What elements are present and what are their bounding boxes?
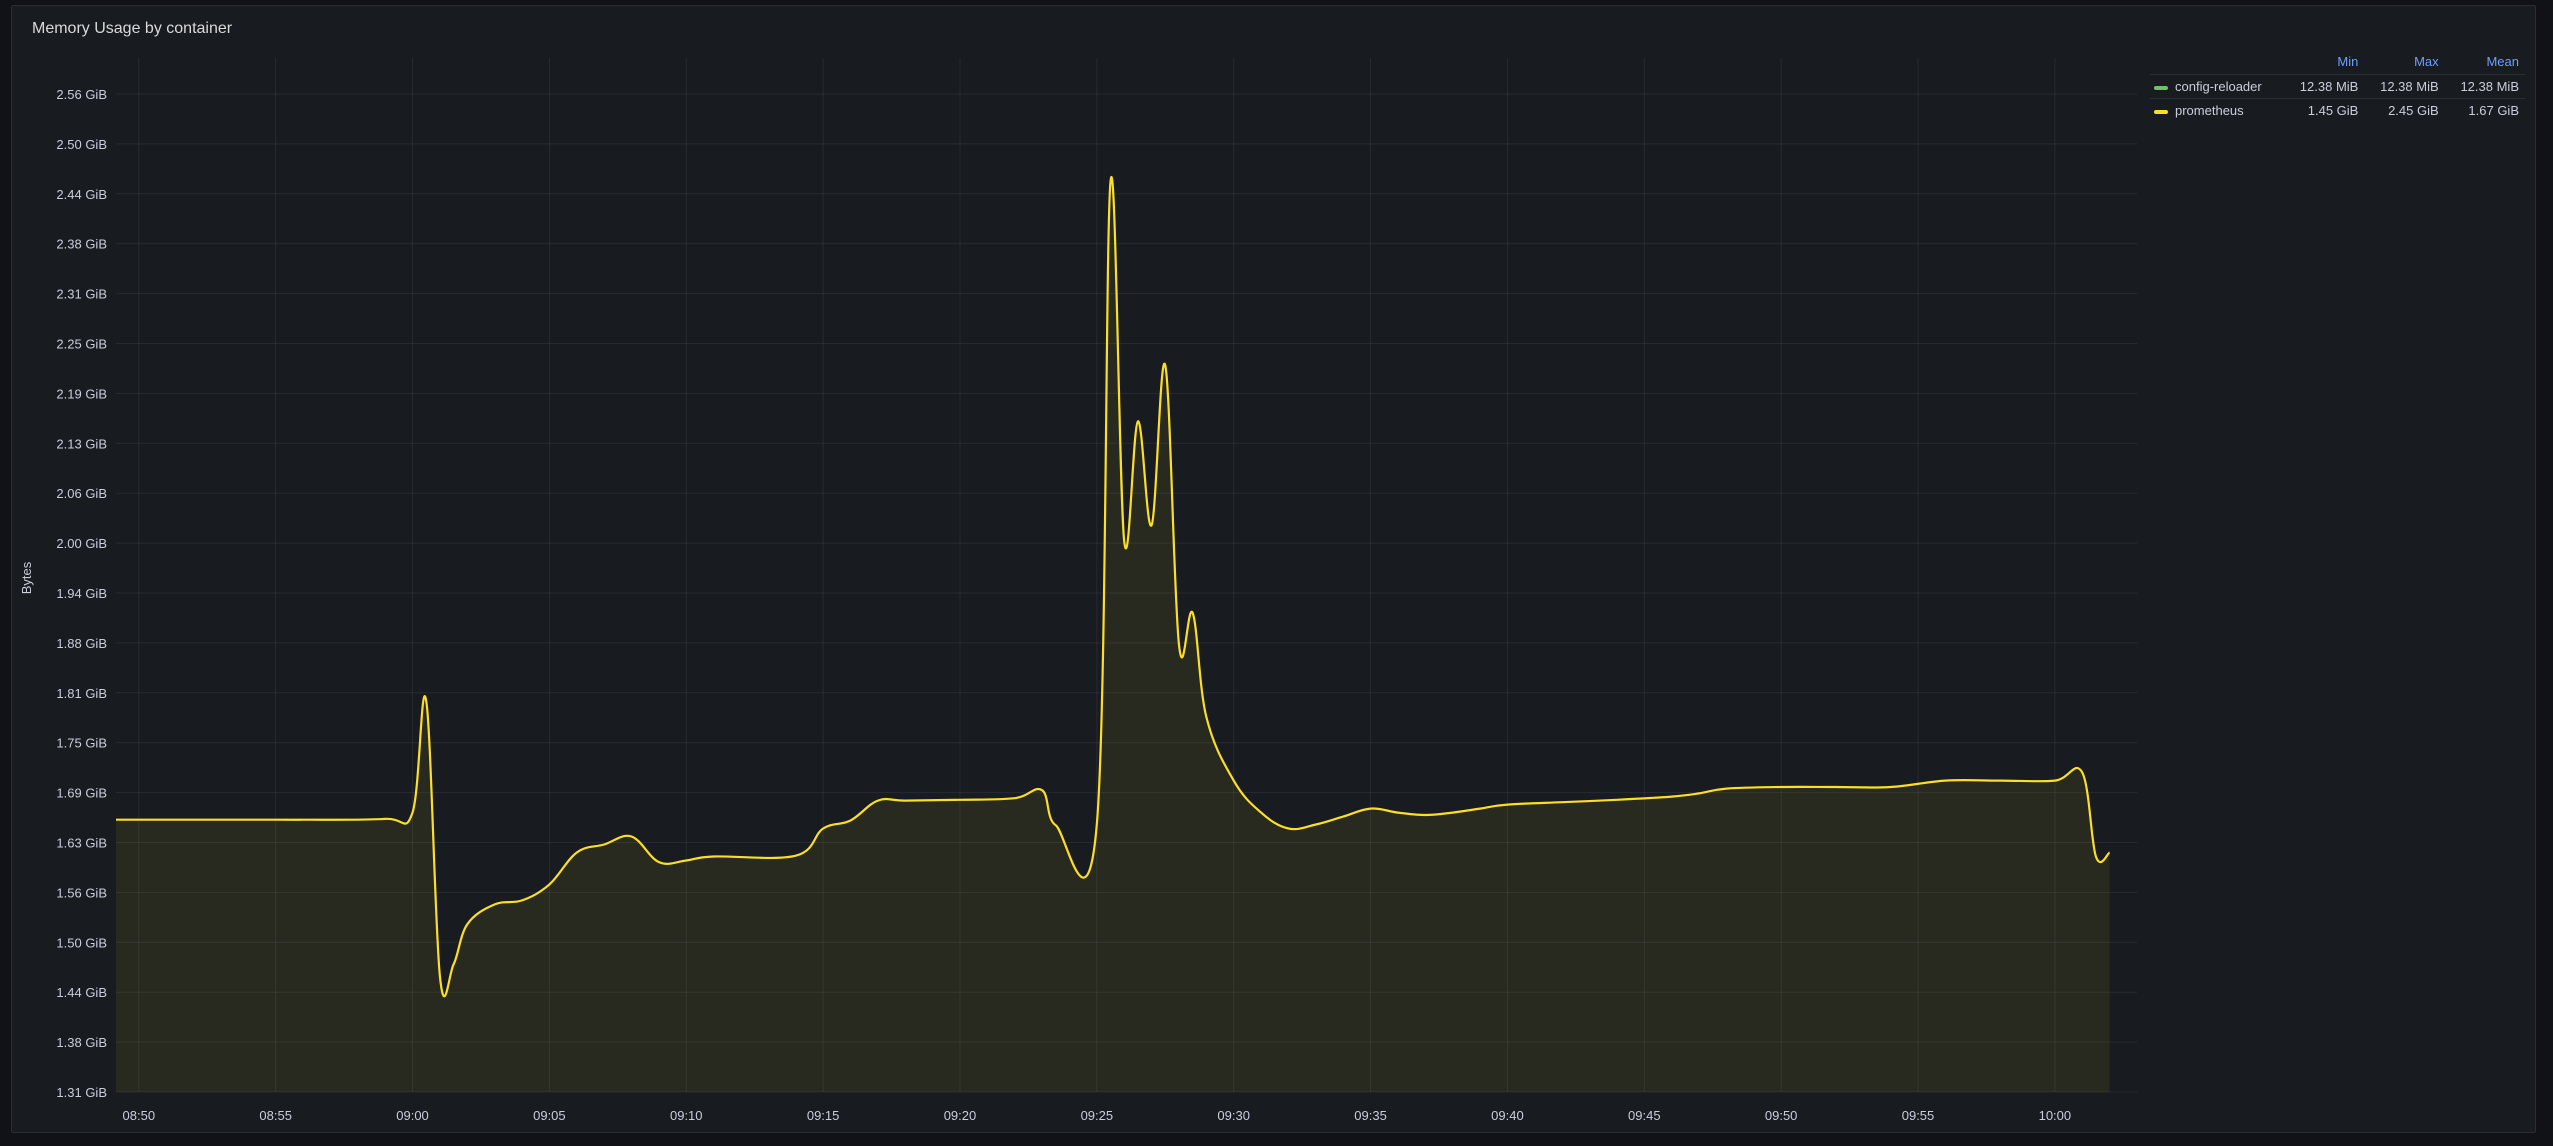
y-tick-label: 1.75 GiB xyxy=(56,736,107,751)
legend-series-name: prometheus xyxy=(2175,103,2244,118)
x-tick-label: 09:55 xyxy=(1902,1108,1935,1123)
x-tick-label: 09:05 xyxy=(533,1108,566,1123)
legend-item-config-reloader[interactable]: config-reloader 12.38 MiB 12.38 MiB 12.3… xyxy=(2150,74,2525,99)
legend-column-mean[interactable]: Mean xyxy=(2445,52,2525,75)
y-tick-label: 1.50 GiB xyxy=(56,935,107,950)
legend-max-value: 2.45 GiB xyxy=(2364,98,2445,122)
y-tick-label: 1.38 GiB xyxy=(56,1035,107,1050)
memory-chart: 1.31 GiB 1.38 GiB 1.44 GiB 1.50 GiB 1.56 GiB… xyxy=(19,58,2137,1123)
y-tick-label: 2.44 GiB xyxy=(56,187,107,202)
x-tick-label: 09:45 xyxy=(1628,1108,1661,1123)
legend-min-value: 1.45 GiB xyxy=(2284,98,2365,122)
y-tick-label: 2.19 GiB xyxy=(56,386,107,401)
y-tick-label: 1.94 GiB xyxy=(56,586,107,601)
y-tick-label: 1.69 GiB xyxy=(56,786,107,801)
y-tick-label: 2.56 GiB xyxy=(56,87,107,102)
y-tick-label: 1.63 GiB xyxy=(56,836,107,851)
y-tick-label: 1.56 GiB xyxy=(56,885,107,900)
y-tick-label: 1.31 GiB xyxy=(56,1085,107,1100)
prometheus-series-area xyxy=(116,176,2110,1092)
legend: Min Max Mean config-reloader 12.38 MiB 1… xyxy=(2150,52,2525,122)
legend-column-max[interactable]: Max xyxy=(2364,52,2444,75)
y-tick-label: 2.38 GiB xyxy=(56,237,107,252)
y-tick-label: 2.50 GiB xyxy=(56,137,107,152)
y-tick-label: 2.13 GiB xyxy=(56,436,107,451)
y-tick-label: 2.00 GiB xyxy=(56,536,107,551)
y-axis-label: Bytes xyxy=(19,561,34,594)
legend-item-prometheus[interactable]: prometheus 1.45 GiB 2.45 GiB 1.67 GiB xyxy=(2150,98,2525,122)
y-axis-ticks: 1.31 GiB 1.38 GiB 1.44 GiB 1.50 GiB 1.56 GiB… xyxy=(56,87,107,1100)
y-tick-label: 1.81 GiB xyxy=(56,686,107,701)
legend-column-min[interactable]: Min xyxy=(2284,52,2364,75)
y-tick-label: 1.88 GiB xyxy=(56,636,107,651)
legend-mean-value: 12.38 MiB xyxy=(2444,74,2525,99)
x-tick-label: 08:50 xyxy=(123,1108,156,1123)
x-tick-label: 09:35 xyxy=(1354,1108,1387,1123)
x-axis-ticks: 08:50 08:55 09:00 09:05 09:10 09:15 09:20 09:25… xyxy=(123,1108,2072,1123)
y-tick-label: 1.44 GiB xyxy=(56,985,107,1000)
x-tick-label: 08:55 xyxy=(259,1108,292,1123)
legend-series-name: config-reloader xyxy=(2175,79,2262,94)
y-tick-label: 2.25 GiB xyxy=(56,337,107,352)
x-tick-label: 09:15 xyxy=(807,1108,840,1123)
y-tick-label: 2.06 GiB xyxy=(56,486,107,501)
x-tick-label: 09:20 xyxy=(944,1108,977,1123)
legend-min-value: 12.38 MiB xyxy=(2284,74,2365,99)
legend-max-value: 12.38 MiB xyxy=(2364,74,2445,99)
x-tick-label: 09:40 xyxy=(1491,1108,1524,1123)
x-tick-label: 09:50 xyxy=(1765,1108,1798,1123)
y-tick-label: 2.31 GiB xyxy=(56,287,107,302)
x-tick-label: 09:00 xyxy=(396,1108,429,1123)
x-tick-label: 10:00 xyxy=(2039,1108,2072,1123)
series-color-swatch xyxy=(2154,109,2168,114)
x-tick-label: 09:30 xyxy=(1217,1108,1250,1123)
x-tick-label: 09:10 xyxy=(670,1108,703,1123)
x-tick-label: 09:25 xyxy=(1081,1108,1114,1123)
series-color-swatch xyxy=(2154,85,2168,90)
legend-mean-value: 1.67 GiB xyxy=(2444,98,2525,122)
